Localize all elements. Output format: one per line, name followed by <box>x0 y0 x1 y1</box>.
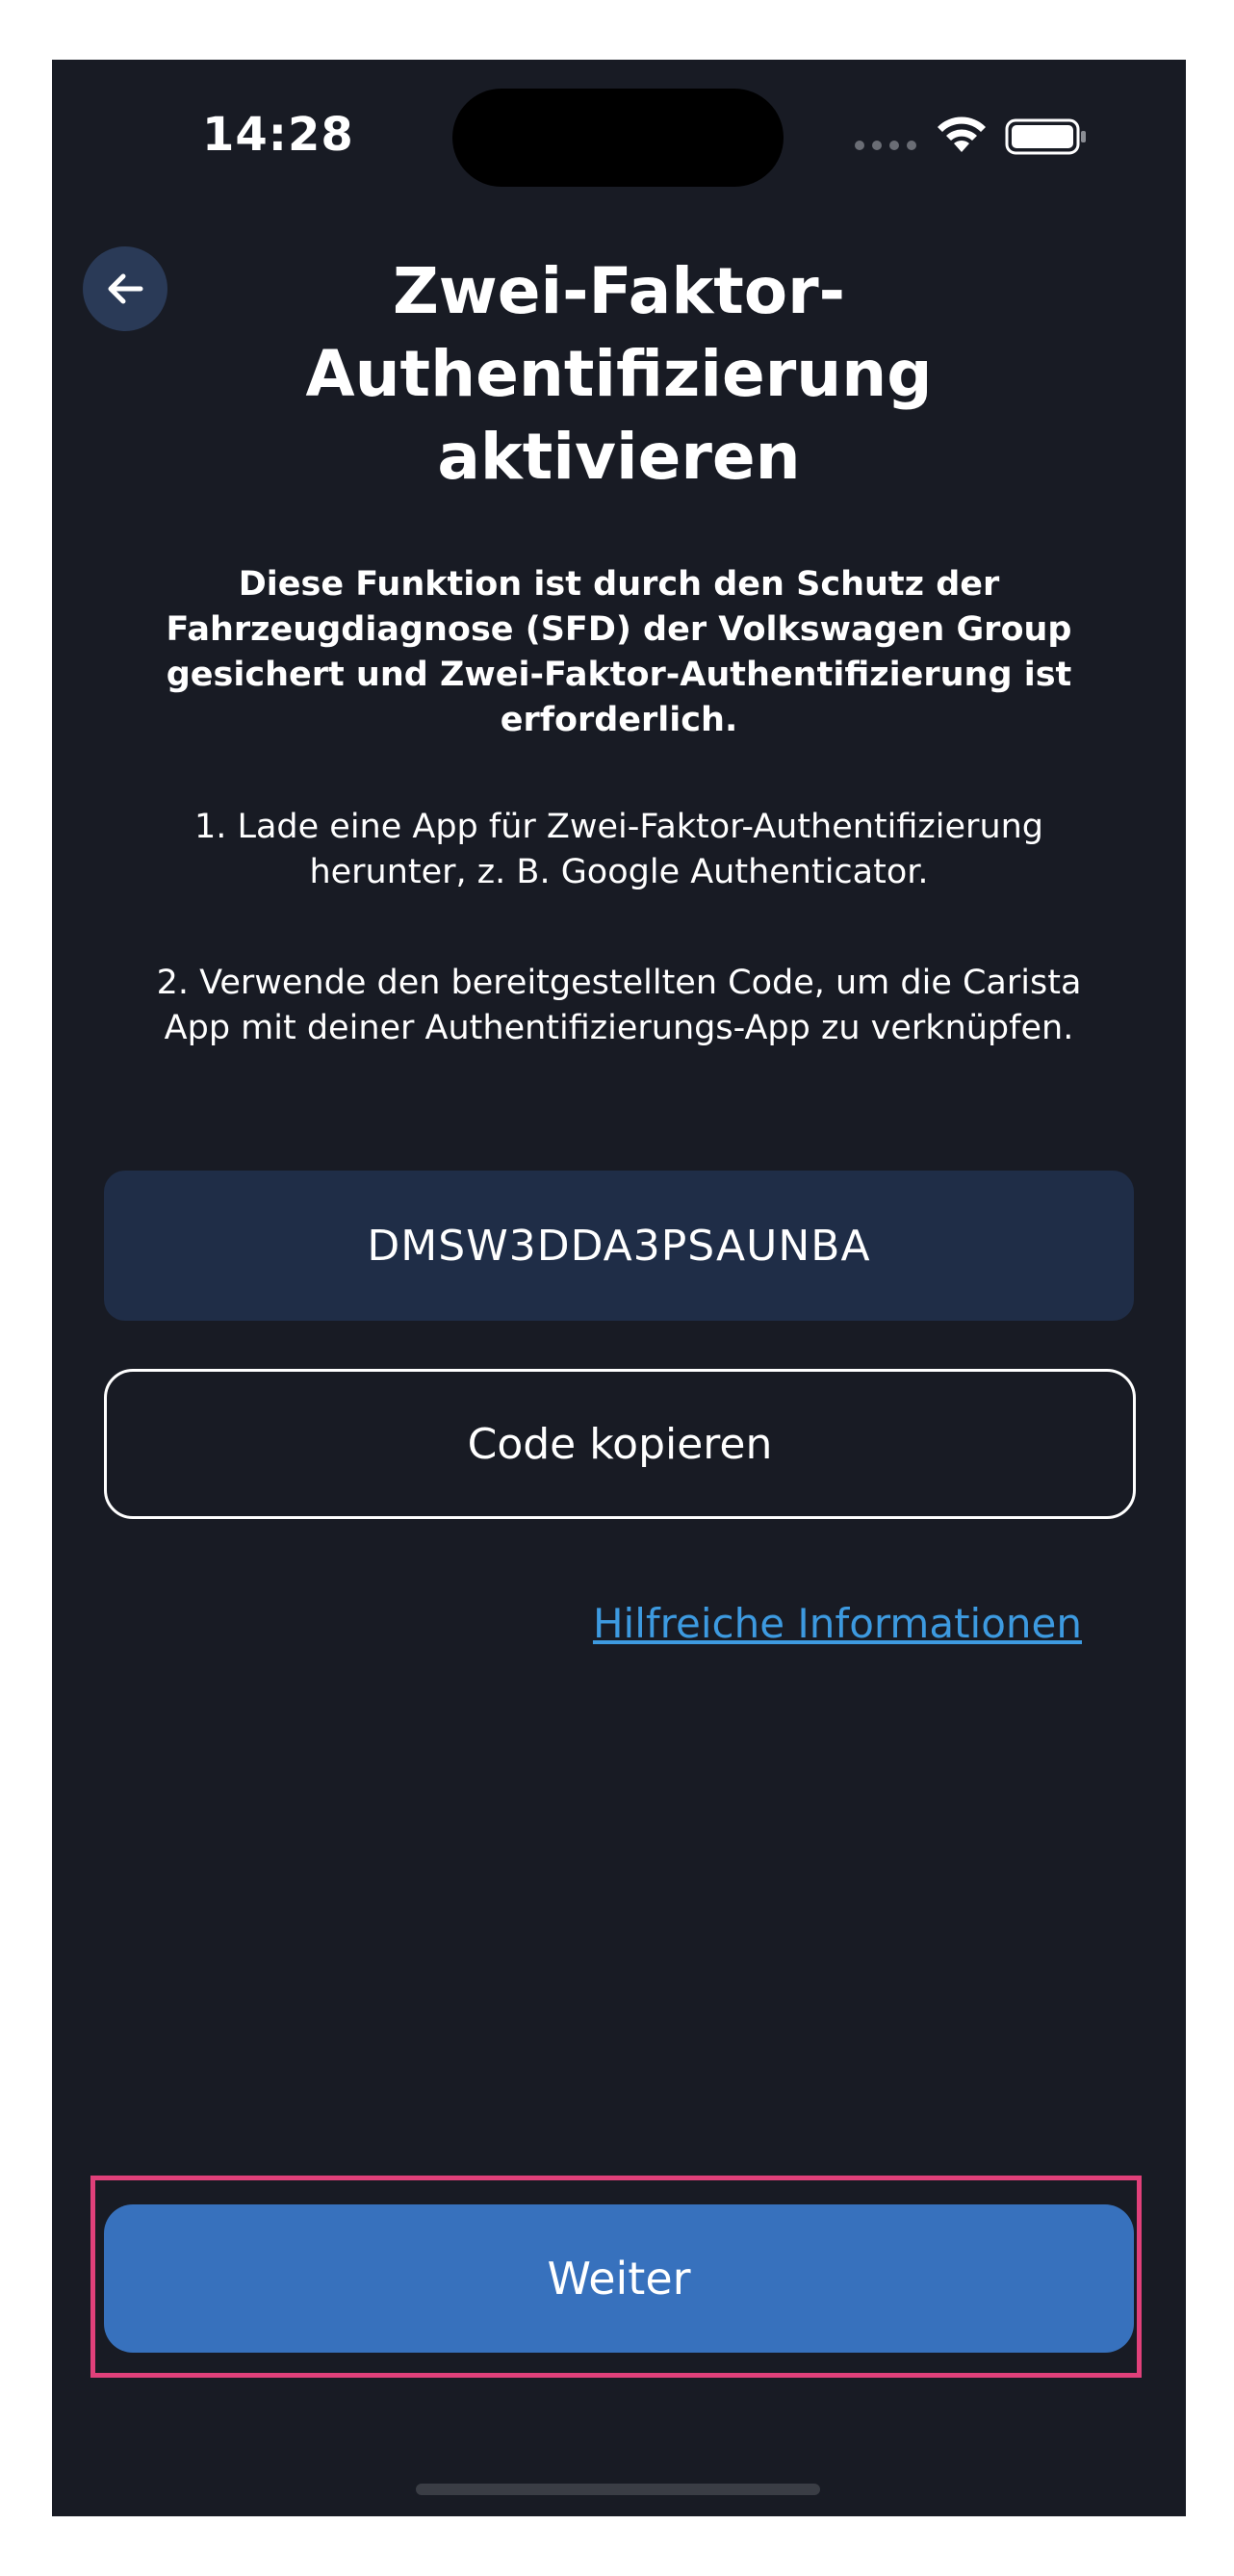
title-line: Zwei-Faktor- <box>392 254 846 328</box>
page-title: Zwei-Faktor- Authentifizierung aktiviere… <box>177 250 1061 499</box>
step-line: herunter, z. B. Google Authenticator. <box>309 853 929 891</box>
home-indicator <box>416 2484 820 2495</box>
step-1-text: 1. Lade eine App für Zwei-Faktor-Authent… <box>90 805 1147 895</box>
title-line: Authentifizierung <box>305 337 933 411</box>
battery-icon <box>1005 118 1086 155</box>
wifi-icon <box>938 116 986 152</box>
intro-line: gesichert und Zwei-Faktor-Authentifizier… <box>166 656 1072 694</box>
status-time: 14:28 <box>202 108 354 162</box>
help-info-link[interactable]: Hilfreiche Informationen <box>553 1600 1082 1647</box>
intro-line: Fahrzeugdiagnose (SFD) der Volkswagen Gr… <box>166 610 1072 649</box>
step-line: 2. Verwende den bereitgestellten Code, u… <box>156 964 1082 1002</box>
phone-screen: 14:28 Zwei-Faktor- Authentifizierung akt… <box>52 60 1186 2516</box>
intro-line: erforderlich. <box>500 701 738 739</box>
title-line: aktivieren <box>437 420 801 494</box>
intro-text: Diese Funktion ist durch den Schutz der … <box>129 562 1109 743</box>
intro-line: Diese Funktion ist durch den Schutz der <box>238 565 1000 604</box>
continue-button[interactable]: Weiter <box>104 2204 1134 2353</box>
cellular-signal-icon <box>855 141 916 150</box>
back-button[interactable] <box>83 246 167 331</box>
step-2-text: 2. Verwende den bereitgestellten Code, u… <box>90 961 1147 1051</box>
dynamic-island <box>452 89 784 187</box>
step-line: App mit deiner Authentifizierungs-App zu… <box>164 1009 1074 1047</box>
authenticator-code: DMSW3DDA3PSAUNBA <box>104 1171 1134 1321</box>
step-line: 1. Lade eine App für Zwei-Faktor-Authent… <box>193 808 1044 846</box>
arrow-left-icon <box>108 273 143 304</box>
copy-code-button[interactable]: Code kopieren <box>104 1369 1136 1519</box>
